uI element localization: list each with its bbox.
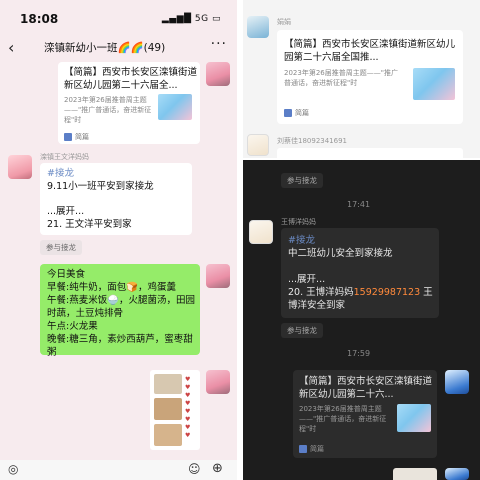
link-card-source: 简篇 — [284, 108, 309, 118]
menu-line: 今日美食 — [47, 269, 86, 280]
food-tray — [154, 424, 182, 446]
avatar[interactable] — [206, 264, 230, 288]
avatar[interactable] — [206, 62, 230, 86]
message-bubble[interactable] — [393, 468, 437, 480]
network-label: 5G — [194, 14, 209, 24]
chat-panel-left: 18:08 ▂▄▆█ 5G ▭ ‹ 滦镇新幼小一班🌈🌈(49) ··· 【简篇】… — [0, 0, 237, 480]
menu-line: 晚餐:糖三角，素炒西葫芦，蜜枣甜粥 — [47, 334, 193, 358]
jielong-bubble[interactable]: #接龙 中二班幼儿安全到家接龙 ...展开... 20. 王博洋妈妈159299… — [281, 228, 439, 318]
menu-line: 午餐:燕麦米饭🍚，火腿菌汤，田园时蔬，土豆炖排骨 — [47, 295, 196, 319]
sender-name: 王博洋妈妈 — [281, 218, 316, 226]
voice-icon[interactable]: ◎ — [8, 462, 18, 476]
link-card[interactable]: 【简篇】西安市长安区滦镇街道新区幼儿园第二十六届全国推... 2023年第26届… — [277, 30, 463, 124]
sender-name: 娟娟 — [277, 18, 291, 26]
emoji-icon[interactable]: ☺ — [188, 462, 201, 476]
chat-panel-right-bottom: 参与接龙 17:41 王博洋妈妈 #接龙 中二班幼儿安全到家接龙 ...展开..… — [243, 160, 480, 480]
chat-title-bar: ‹ 滦镇新幼小一班🌈🌈(49) ··· — [0, 36, 237, 62]
link-card-subtitle: 2023年第26届推普周主题——"推广普通话，奋进新征程"时 — [299, 405, 387, 433]
jielong-line: 中二班幼儿安全到家接龙 — [288, 248, 393, 259]
status-icons: ▂▄▆█ 5G ▭ — [161, 14, 221, 24]
link-card-source: 简篇 — [299, 444, 324, 454]
heart-icons: ♥ ♥ ♥ ♥ ♥ ♥ ♥ ♥ — [185, 376, 191, 439]
jielong-bubble[interactable]: #接龙 9.11小一班平安到家接龙 ...展开... 21. 王文洋平安到家 — [40, 163, 192, 235]
avatar[interactable] — [445, 468, 469, 480]
food-tray — [154, 398, 182, 420]
avatar[interactable] — [247, 16, 269, 38]
quote-join-jielong[interactable]: 参与接龙 — [40, 240, 82, 255]
status-bar: 18:08 ▂▄▆█ 5G ▭ — [0, 0, 237, 38]
link-card-title: 【简篇】西安市长安区滦镇街道新区幼儿园第二十六... — [299, 376, 433, 400]
avatar[interactable] — [249, 220, 273, 244]
phone-link[interactable]: 15929987123 — [354, 287, 421, 298]
link-card-subtitle: 2023年第26届推普周主题——"推广普通话，奋进新征程"时 — [64, 96, 152, 124]
quote-join-jielong[interactable]: 参与接龙 — [281, 173, 323, 188]
menu-bubble[interactable]: 今日美食 早餐:纯牛奶，面包🍞，鸡蛋羹 午餐:燕麦米饭🍚，火腿菌汤，田园时蔬，土… — [40, 264, 200, 358]
jianpian-icon — [64, 133, 72, 141]
jianpian-icon — [299, 445, 307, 453]
back-icon[interactable]: ‹ — [8, 38, 14, 57]
jielong-entry: 20. 王博洋妈妈15929987123 王博洋安全到家 — [288, 287, 433, 311]
plus-icon[interactable]: ⊕ — [212, 461, 223, 476]
link-card-title: 【简篇】西安市长安区滦镇街道新区幼儿园第二十六届全... — [64, 67, 198, 91]
status-time: 18:08 — [20, 12, 59, 26]
timestamp: 17:59 — [347, 349, 371, 358]
timestamp: 17:41 — [347, 200, 371, 209]
jielong-tag: #接龙 — [288, 235, 315, 246]
avatar[interactable] — [206, 370, 230, 394]
avatar[interactable] — [247, 134, 269, 156]
avatar[interactable] — [8, 155, 32, 179]
menu-line: 午点:火龙果 — [47, 321, 98, 332]
jielong-tag: #接龙 — [47, 168, 74, 179]
jielong-line: 9.11小一班平安到家接龙 — [47, 181, 154, 192]
sender-name: 滦镇王文洋妈妈 — [40, 153, 89, 161]
link-card-thumbnail — [397, 404, 431, 432]
jielong-expand[interactable]: ...展开... — [47, 205, 84, 219]
menu-text: 今日美食 早餐:纯牛奶，面包🍞，鸡蛋羹 午餐:燕麦米饭🍚，火腿菌汤，田园时蔬，土… — [47, 268, 197, 359]
avatar[interactable] — [445, 370, 469, 394]
menu-line: 早餐:纯牛奶，面包🍞，鸡蛋羹 — [47, 282, 177, 293]
link-card-thumbnail — [413, 68, 455, 100]
link-card[interactable]: 【简篇】西安市长安区滦镇街道新区幼儿园第二十六届全... 2023年第26届推普… — [58, 62, 200, 144]
link-card[interactable]: 【简篇】西安市长安区滦镇街道新区幼儿园第二十六... 2023年第26届推普周主… — [293, 370, 437, 458]
sender-name: 刘蔡佳18092341691 — [277, 137, 347, 145]
quote-join-jielong[interactable]: 参与接龙 — [281, 323, 323, 338]
food-tray — [154, 374, 182, 394]
message-bubble[interactable] — [277, 148, 463, 158]
link-card-source: 简篇 — [64, 132, 89, 142]
link-card-thumbnail — [158, 94, 192, 120]
jianpian-icon — [284, 109, 292, 117]
food-photo[interactable]: ♥ ♥ ♥ ♥ ♥ ♥ ♥ ♥ — [150, 370, 200, 450]
input-bar: ◎ ☺ ⊕ — [0, 460, 237, 480]
jielong-entry: 21. 王文洋平安到家 — [47, 219, 132, 230]
jielong-expand[interactable]: ...展开... — [288, 273, 325, 286]
link-card-subtitle: 2023年第26届推普周主题——"推广普通话，奋进新征程"时 — [284, 69, 398, 87]
chat-panel-right-top: 娟娟 【简篇】西安市长安区滦镇街道新区幼儿园第二十六届全国推... 2023年第… — [243, 0, 480, 158]
more-icon[interactable]: ··· — [211, 36, 227, 52]
chat-title: 滦镇新幼小一班🌈🌈(49) — [44, 42, 166, 54]
link-card-title: 【简篇】西安市长安区滦镇街道新区幼儿园第二十六届全国推... — [284, 39, 456, 63]
